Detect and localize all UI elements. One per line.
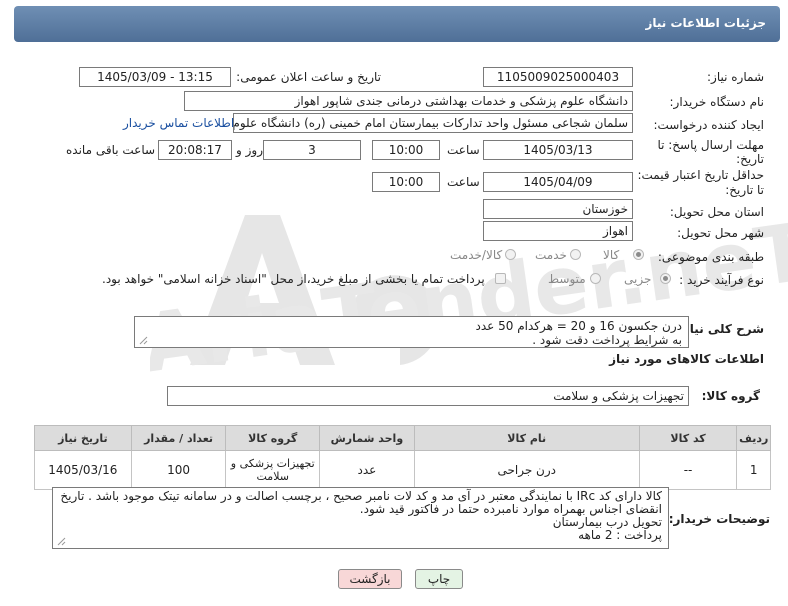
category-radio-goods[interactable] <box>633 249 644 260</box>
col-date: تاریخ نیاز <box>34 425 132 451</box>
process-radio-minor[interactable] <box>660 273 671 284</box>
announce-datetime-field[interactable]: 1405/03/09 - 13:15 <box>79 67 231 87</box>
deadline-time-label: ساعت <box>447 143 480 157</box>
requester-field[interactable]: سلمان شجاعی مسئول واحد تدارکات بیمارستان… <box>233 113 633 133</box>
cell-name: درن جراحی <box>413 450 640 490</box>
category-option-both: کالا/خدمت <box>450 248 503 262</box>
price-validity-label-2: تا تاریخ: <box>725 183 764 197</box>
process-option-minor: جزیی <box>624 272 652 286</box>
process-radio-medium[interactable] <box>590 273 601 284</box>
province-label: استان محل تحویل: <box>669 205 764 219</box>
remaining-label: ساعت باقی مانده <box>66 143 156 157</box>
goods-group-field[interactable]: تجهیزات پزشکی و سلامت <box>167 386 689 406</box>
buyer-notes-textarea[interactable]: کالا دارای کد IRc با نمایندگی معتبر در آ… <box>52 487 669 549</box>
category-label: طبقه بندی موضوعی: <box>657 250 764 264</box>
buyer-note-line-3: تحویل درب بیمارستان <box>552 515 662 529</box>
treasury-payment-note: پرداخت تمام یا بخشی از مبلغ خرید،از محل … <box>102 272 485 286</box>
col-row: ردیف <box>736 425 771 451</box>
buyer-notes-label: توضیحات خریدار: <box>668 512 770 526</box>
cell-code: -- <box>638 450 738 490</box>
cell-qty: 100 <box>130 450 227 490</box>
price-validity-time-field[interactable]: 10:00 <box>372 172 440 192</box>
cell-row: 1 <box>736 450 771 490</box>
process-label: نوع فرآیند خرید : <box>679 273 764 287</box>
category-option-service: خدمت <box>535 248 567 262</box>
page-header: جزئیات اطلاعات نیاز <box>14 6 780 42</box>
col-group: گروه کالا <box>225 425 321 451</box>
treasury-payment-checkbox[interactable] <box>495 273 506 284</box>
remaining-time-field[interactable]: 20:08:17 <box>158 140 232 160</box>
col-code: کد کالا <box>638 425 738 451</box>
need-number-field[interactable]: 1105009025000403 <box>483 67 633 87</box>
deadline-label: مهلت ارسال پاسخ: تا <box>657 138 764 152</box>
print-button[interactable]: چاپ <box>415 569 463 589</box>
col-unit: واحد شمارش <box>319 425 415 451</box>
summary-label: شرح کلی نیاز: <box>678 322 764 336</box>
city-label: شهر محل تحویل: <box>677 226 764 240</box>
summary-textarea[interactable]: درن جکسون 16 و 20 = هرکدام 50 عدد به شرا… <box>134 316 689 348</box>
goods-group-label: گروه کالا: <box>701 389 760 403</box>
requester-label: ایجاد کننده درخواست: <box>653 118 764 132</box>
deadline-date-field[interactable]: 1405/03/13 <box>483 140 633 160</box>
buyer-org-label: نام دستگاه خریدار: <box>669 95 765 109</box>
buyer-note-line-4: پرداخت : 2 ماهه <box>578 528 662 542</box>
days-label: روز و <box>236 143 263 157</box>
process-option-medium: متوسط <box>548 272 586 286</box>
deadline-label-2: تاریخ: <box>736 152 764 166</box>
goods-table-header: ردیف کد کالا نام کالا واحد شمارش گروه کا… <box>34 425 771 451</box>
days-remaining-field[interactable]: 3 <box>263 140 361 160</box>
summary-line-2: به شرایط پرداخت دقت شود . <box>532 333 682 347</box>
col-qty: تعداد / مقدار <box>130 425 227 451</box>
announce-label: تاریخ و ساعت اعلان عمومی: <box>236 70 381 84</box>
summary-line-1: درن جکسون 16 و 20 = هرکدام 50 عدد <box>475 319 682 333</box>
page-title: جزئیات اطلاعات نیاز <box>645 16 766 30</box>
table-row[interactable]: 1 -- درن جراحی عدد تجهیزات پزشکی و سلامت… <box>34 450 771 490</box>
province-field[interactable]: خوزستان <box>483 199 633 219</box>
cell-date: 1405/03/16 <box>34 450 132 490</box>
resize-grip-icon[interactable] <box>139 336 148 345</box>
back-button[interactable]: بازگشت <box>338 569 402 589</box>
city-field[interactable]: اهواز <box>483 221 633 241</box>
price-validity-label: حداقل تاریخ اعتبار قیمت: <box>637 168 764 182</box>
goods-table: ردیف کد کالا نام کالا واحد شمارش گروه کا… <box>34 425 771 490</box>
category-radio-service[interactable] <box>570 249 581 260</box>
contact-buyer-link[interactable]: اطلاعات تماس خریدار <box>123 116 234 130</box>
category-radio-both[interactable] <box>505 249 516 260</box>
col-name: نام کالا <box>413 425 640 451</box>
need-number-label: شماره نیاز: <box>707 70 764 84</box>
cell-group: تجهیزات پزشکی و سلامت <box>225 450 321 490</box>
resize-grip-icon[interactable] <box>57 537 66 546</box>
price-time-label: ساعت <box>447 175 480 189</box>
deadline-time-field[interactable]: 10:00 <box>372 140 440 160</box>
goods-section-title: اطلاعات کالاهای مورد نیاز <box>609 352 764 366</box>
price-validity-date-field[interactable]: 1405/04/09 <box>483 172 633 192</box>
category-option-goods: کالا <box>603 248 620 262</box>
cell-unit: عدد <box>319 450 415 490</box>
buyer-org-field[interactable]: دانشگاه علوم پزشکی و خدمات بهداشتی درمان… <box>184 91 633 111</box>
